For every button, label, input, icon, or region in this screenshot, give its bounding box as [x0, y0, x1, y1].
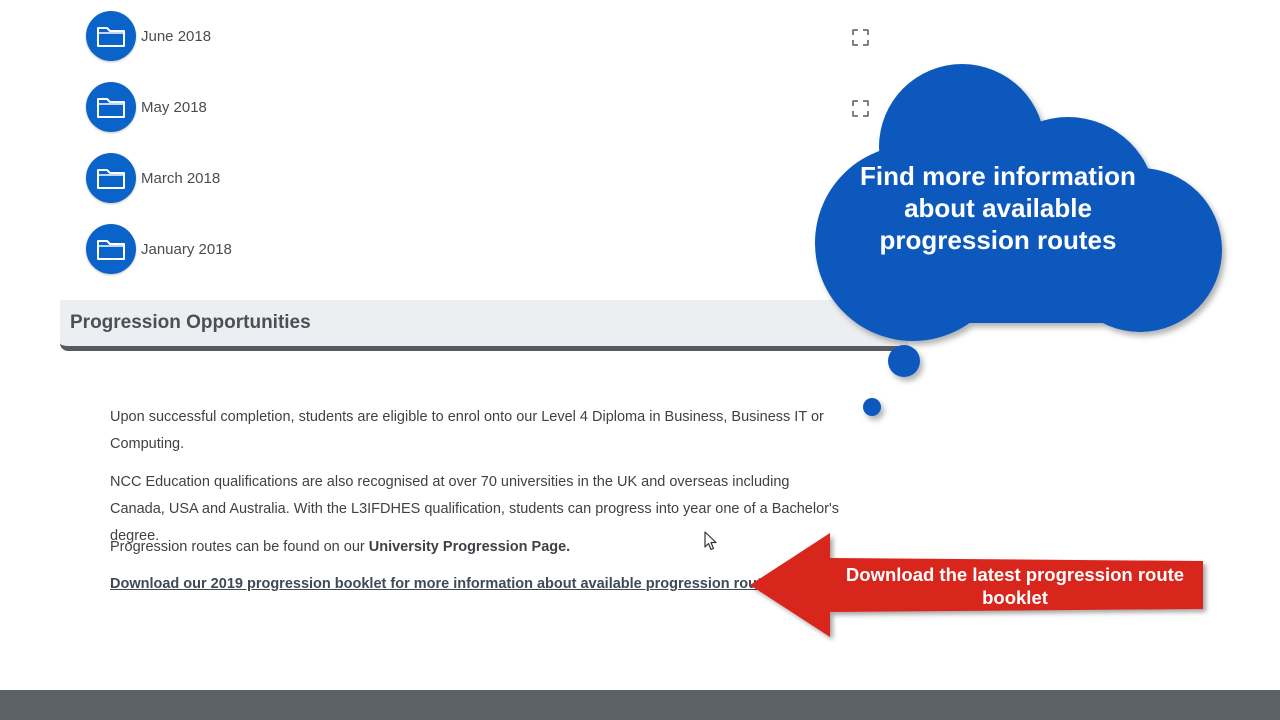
progression-routes-text: Progression routes can be found on our	[110, 539, 369, 555]
folder-icon	[86, 224, 136, 274]
folder-item-march-2018[interactable]: March 2018	[86, 153, 220, 203]
completion-checkbox[interactable]	[852, 29, 869, 46]
folder-item-june-2018[interactable]: June 2018	[86, 11, 211, 61]
section-header: Progression Opportunities	[60, 300, 908, 351]
folder-label[interactable]: June 2018	[141, 28, 211, 45]
arrow-callout-text: Download the latest progression route bo…	[845, 564, 1185, 608]
mouse-cursor-icon	[704, 531, 717, 551]
page-footer	[0, 690, 1280, 720]
section-title: Progression Opportunities	[70, 312, 311, 333]
folder-item-january-2018[interactable]: January 2018	[86, 224, 232, 274]
university-progression-link[interactable]: University Progression Page.	[369, 539, 570, 555]
folder-icon	[86, 82, 136, 132]
download-booklet-link[interactable]: Download our 2019 progression booklet fo…	[110, 576, 782, 592]
cloud-callout-text: Find more information about available pr…	[860, 161, 1136, 255]
folder-label[interactable]: May 2018	[141, 99, 207, 116]
paragraph-download: Download our 2019 progression booklet fo…	[110, 571, 850, 598]
paragraph-progression-routes: Progression routes can be found on our U…	[110, 534, 850, 561]
paragraph-eligibility: Upon successful completion, students are…	[110, 409, 824, 452]
folder-icon	[86, 11, 136, 61]
folder-label[interactable]: January 2018	[141, 241, 232, 258]
folder-icon	[86, 153, 136, 203]
folder-label[interactable]: March 2018	[141, 170, 220, 187]
folder-item-may-2018[interactable]: May 2018	[86, 82, 207, 132]
